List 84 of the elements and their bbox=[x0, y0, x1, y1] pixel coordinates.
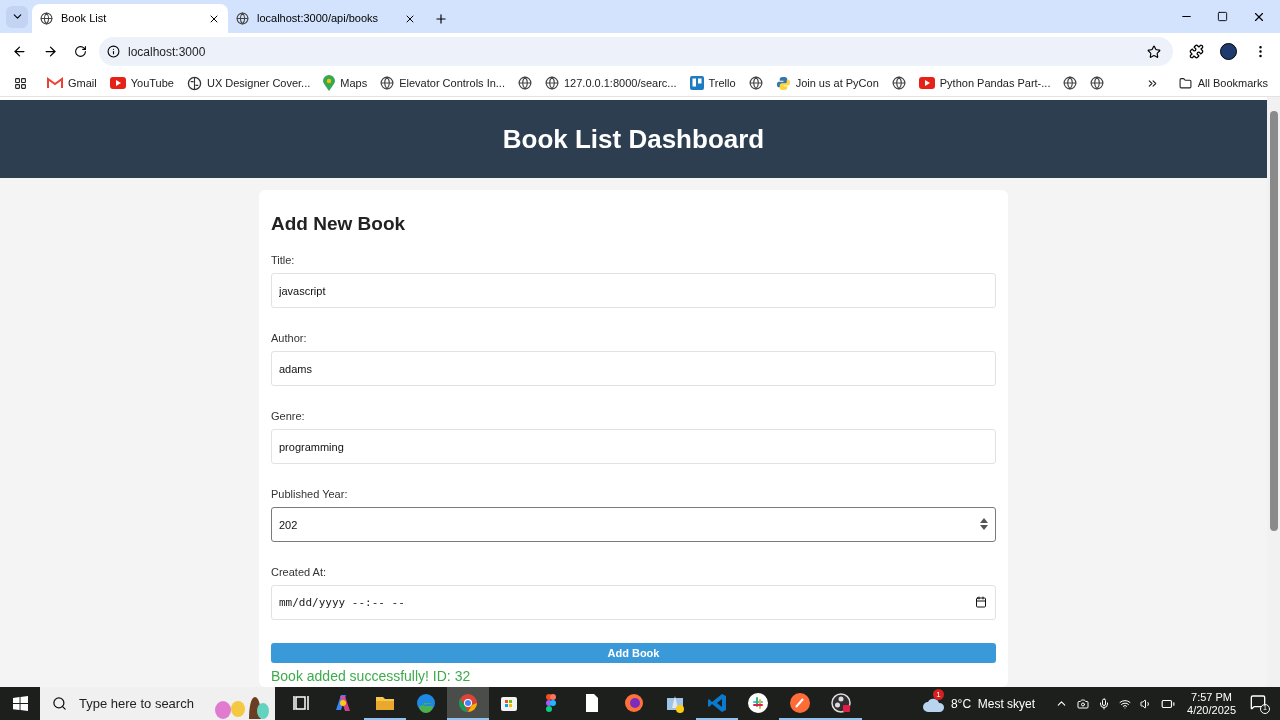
bookmark[interactable] bbox=[1090, 76, 1105, 90]
extensions-icon[interactable] bbox=[1189, 44, 1204, 59]
bookmark[interactable] bbox=[891, 76, 906, 90]
mail-icon bbox=[47, 77, 63, 89]
browser-tab[interactable]: localhost:3000/api/books bbox=[228, 4, 424, 33]
weather-widget[interactable]: 1 8°C Mest skyet bbox=[922, 687, 1036, 720]
tab-title: localhost:3000/api/books bbox=[257, 11, 380, 27]
globe-icon bbox=[891, 76, 906, 90]
all-bookmarks-button[interactable]: All Bookmarks bbox=[1178, 74, 1280, 92]
forward-icon[interactable] bbox=[43, 44, 58, 59]
bookmark[interactable]: Maps bbox=[323, 74, 368, 92]
bookmark[interactable]: UX Designer Cover... bbox=[186, 74, 311, 92]
search-icon bbox=[52, 696, 67, 711]
globe-icon bbox=[545, 76, 559, 90]
code-editor-icon[interactable] bbox=[705, 691, 728, 714]
success-message: Book added successfully! ID: 32 bbox=[271, 667, 472, 686]
address-bar[interactable]: localhost:3000 bbox=[99, 37, 1173, 66]
python-icon bbox=[775, 75, 791, 91]
time-text: 7:57 PM bbox=[1191, 690, 1232, 704]
slack-icon[interactable] bbox=[747, 691, 770, 714]
field-label: Genre: bbox=[271, 409, 306, 423]
bookmark[interactable] bbox=[1063, 76, 1078, 90]
bookmark[interactable] bbox=[748, 76, 763, 90]
bookmark[interactable]: Join us at PyCon bbox=[775, 74, 879, 92]
bookmark[interactable]: 127.0.0.1:8000/searc... bbox=[545, 74, 677, 92]
maximize-icon[interactable] bbox=[1217, 11, 1228, 22]
play-icon bbox=[918, 77, 935, 89]
star-icon[interactable] bbox=[1147, 44, 1161, 59]
apps-icon[interactable] bbox=[14, 76, 27, 90]
bookmark[interactable]: Elevator Controls In... bbox=[380, 74, 505, 92]
text-field[interactable]: javascript bbox=[271, 273, 996, 308]
scrollbar[interactable] bbox=[1267, 97, 1280, 687]
tab-title: Book List bbox=[61, 11, 108, 27]
calendar-icon[interactable] bbox=[975, 596, 987, 608]
field-label: Title: bbox=[271, 253, 296, 267]
number-field[interactable]: 202 bbox=[271, 507, 996, 542]
text-field[interactable]: adams bbox=[271, 351, 996, 386]
folder-icon bbox=[1178, 76, 1192, 90]
back-icon[interactable] bbox=[12, 44, 27, 59]
firefox-icon[interactable] bbox=[622, 691, 645, 714]
weather-badge: 1 bbox=[932, 689, 944, 700]
bookmark[interactable]: Trello bbox=[689, 74, 736, 92]
camera-icon[interactable] bbox=[1077, 697, 1090, 710]
globe-icon bbox=[518, 76, 532, 90]
chrome-icon[interactable] bbox=[456, 691, 479, 714]
notification-icon bbox=[1250, 693, 1266, 710]
bookmark[interactable]: YouTube bbox=[109, 74, 174, 92]
globe-icon bbox=[1063, 76, 1078, 90]
new-tab-icon[interactable] bbox=[434, 11, 448, 26]
wifi-icon[interactable] bbox=[1119, 697, 1132, 710]
map-pin-icon bbox=[323, 75, 336, 91]
profile-avatar[interactable] bbox=[1220, 43, 1237, 60]
form-heading: Add New Book bbox=[271, 212, 407, 236]
date-time-field[interactable]: mm/dd/yyyy --:-- -- bbox=[271, 585, 996, 620]
globe-icon bbox=[236, 12, 249, 25]
tab-search-button[interactable] bbox=[6, 5, 28, 28]
edge-icon[interactable] bbox=[415, 691, 438, 714]
globe-icon bbox=[748, 76, 763, 90]
browser-tab[interactable]: Book List bbox=[32, 4, 228, 33]
text-field[interactable]: programming bbox=[271, 429, 996, 464]
globe-icon bbox=[380, 76, 395, 90]
bookmark[interactable] bbox=[518, 76, 532, 90]
windows-icon bbox=[12, 696, 28, 711]
clock[interactable]: 7:57 PM 4/20/2025 bbox=[1187, 690, 1236, 717]
obs-icon[interactable] bbox=[830, 691, 853, 714]
url-text: localhost:3000 bbox=[128, 43, 207, 61]
play-icon bbox=[109, 77, 126, 89]
microphone-icon[interactable] bbox=[1098, 697, 1111, 710]
field-label: Author: bbox=[271, 331, 308, 345]
spinner-icon[interactable] bbox=[980, 517, 988, 531]
field-label: Published Year: bbox=[271, 487, 349, 501]
weather-text: 8°C Mest skyet bbox=[950, 695, 1036, 713]
date-text: 4/20/2025 bbox=[1187, 703, 1236, 717]
bookmark[interactable]: Python Pandas Part-... bbox=[918, 74, 1051, 92]
board-icon bbox=[689, 76, 704, 90]
globe-icon bbox=[1090, 76, 1105, 90]
bookmark[interactable]: Gmail bbox=[47, 74, 97, 92]
field-label: Created At: bbox=[271, 565, 328, 579]
page-title: Book List Dashboard bbox=[502, 122, 765, 156]
taskbar-search-field[interactable]: Type here to search bbox=[40, 687, 275, 720]
globe-icon bbox=[40, 12, 53, 25]
postman-icon[interactable] bbox=[788, 691, 811, 714]
reload-icon[interactable] bbox=[74, 45, 87, 58]
info-icon[interactable] bbox=[107, 45, 120, 58]
